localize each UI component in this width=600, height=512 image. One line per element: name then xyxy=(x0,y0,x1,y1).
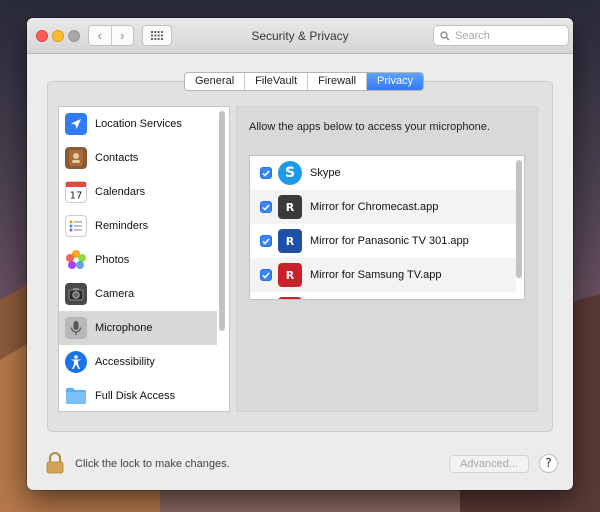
sidebar-item-label: Photos xyxy=(95,254,130,266)
mirror-panasonic-icon: R xyxy=(278,229,302,253)
chevron-left-icon: ‹ xyxy=(97,28,102,43)
microphone-pane: Allow the apps below to access your micr… xyxy=(236,106,538,412)
tab-privacy[interactable]: Privacy xyxy=(367,73,424,90)
app-list[interactable]: S Skype R Mirror for Chromecast.app R Mi… xyxy=(249,155,525,300)
sidebar-item-label: Calendars xyxy=(95,186,146,198)
app-row-skype[interactable]: S Skype xyxy=(250,156,516,190)
chevron-right-icon: › xyxy=(120,28,125,43)
calendar-icon: 17 xyxy=(65,181,87,203)
skype-checkbox[interactable] xyxy=(260,167,272,179)
advanced-button[interactable]: Advanced... xyxy=(449,455,529,473)
app-label: Mirror for Panasonic TV 301.app xyxy=(310,235,469,247)
sidebar-item-full-disk-access[interactable]: Full Disk Access xyxy=(59,379,217,411)
camera-icon xyxy=(65,283,87,305)
tab-filevault[interactable]: FileVault xyxy=(245,73,309,90)
app-label: Skype xyxy=(310,167,341,179)
tab-firewall[interactable]: Firewall xyxy=(308,73,368,90)
sidebar-item-calendars[interactable]: 17 Calendars xyxy=(59,175,217,209)
contacts-book-icon xyxy=(65,147,87,169)
sidebar-scrollbar[interactable] xyxy=(219,111,225,331)
navigation-buttons: ‹ › xyxy=(88,25,134,46)
mirror-chromecast-checkbox[interactable] xyxy=(260,201,272,213)
skype-icon: S xyxy=(278,161,302,185)
sidebar-item-contacts[interactable]: Contacts xyxy=(59,141,217,175)
title-bar: ‹ › Security & Privacy xyxy=(27,18,573,54)
zoom-window-button[interactable] xyxy=(68,30,80,42)
sidebar-item-label: Location Services xyxy=(95,118,182,130)
app-row-mirror-panasonic[interactable]: R Mirror for Panasonic TV 301.app xyxy=(250,224,516,258)
app-label: Mirror for Samsung TV.app xyxy=(310,269,442,281)
folder-icon xyxy=(65,385,87,407)
sidebar-item-label: Camera xyxy=(95,288,135,300)
svg-text:17: 17 xyxy=(70,191,83,202)
photos-flower-icon xyxy=(65,249,87,271)
sidebar-item-location-services[interactable]: Location Services xyxy=(59,107,217,141)
grid-icon xyxy=(151,31,163,40)
sidebar-item-photos[interactable]: Photos xyxy=(59,243,217,277)
window-title: Security & Privacy xyxy=(251,29,349,43)
accessibility-person-icon xyxy=(65,351,87,373)
checkmark-icon xyxy=(262,204,270,211)
privacy-category-list[interactable]: Location Services Contacts 17 Calendars … xyxy=(58,106,230,412)
pane-description: Allow the apps below to access your micr… xyxy=(249,121,490,133)
mirror-chromecast-icon: R xyxy=(278,195,302,219)
lock-message: Click the lock to make changes. xyxy=(75,458,230,470)
search-field[interactable] xyxy=(433,25,569,46)
sidebar-item-microphone[interactable]: Microphone xyxy=(59,311,217,345)
tab-bar: General FileVault Firewall Privacy xyxy=(184,72,425,91)
forward-button[interactable]: › xyxy=(112,26,134,45)
sidebar-item-label: Full Disk Access xyxy=(95,390,176,402)
app-row-mirror-samsung[interactable]: R Mirror for Samsung TV.app xyxy=(250,258,516,292)
mirror-samsung-checkbox[interactable] xyxy=(260,269,272,281)
app-row-mirror-chromecast[interactable]: R Mirror for Chromecast.app xyxy=(250,190,516,224)
back-button[interactable]: ‹ xyxy=(89,26,112,45)
minimize-window-button[interactable] xyxy=(52,30,64,42)
sidebar-item-label: Microphone xyxy=(95,322,153,334)
checkmark-icon xyxy=(262,238,270,245)
sidebar-item-camera[interactable]: Camera xyxy=(59,277,217,311)
lock-icon[interactable] xyxy=(45,452,65,474)
mirror-samsung-icon: R xyxy=(278,263,302,287)
reminders-list-icon xyxy=(65,215,87,237)
checkmark-icon xyxy=(262,272,270,279)
location-arrow-icon xyxy=(65,113,87,135)
sidebar-item-label: Reminders xyxy=(95,220,149,232)
sidebar-item-accessibility[interactable]: Accessibility xyxy=(59,345,217,379)
help-button[interactable]: ? xyxy=(539,454,558,473)
show-all-button[interactable] xyxy=(142,25,172,46)
mirror-app-icon xyxy=(278,297,302,299)
app-list-scrollbar[interactable] xyxy=(516,160,522,278)
search-icon xyxy=(440,30,450,40)
sidebar-item-reminders[interactable]: Reminders xyxy=(59,209,217,243)
mirror-panasonic-checkbox[interactable] xyxy=(260,235,272,247)
close-window-button[interactable] xyxy=(36,30,48,42)
privacy-panel: Location Services Contacts 17 Calendars … xyxy=(47,81,553,432)
app-label: Mirror for Chromecast.app xyxy=(310,201,439,213)
security-privacy-window: ‹ › Security & Privacy G xyxy=(27,18,573,490)
microphone-icon xyxy=(65,317,87,339)
sidebar-item-label: Contacts xyxy=(95,152,139,164)
search-input[interactable] xyxy=(455,29,565,42)
checkmark-icon xyxy=(262,170,270,177)
app-row-partial[interactable] xyxy=(250,292,516,299)
tab-general[interactable]: General xyxy=(185,73,246,90)
sidebar-item-label: Accessibility xyxy=(95,356,155,368)
